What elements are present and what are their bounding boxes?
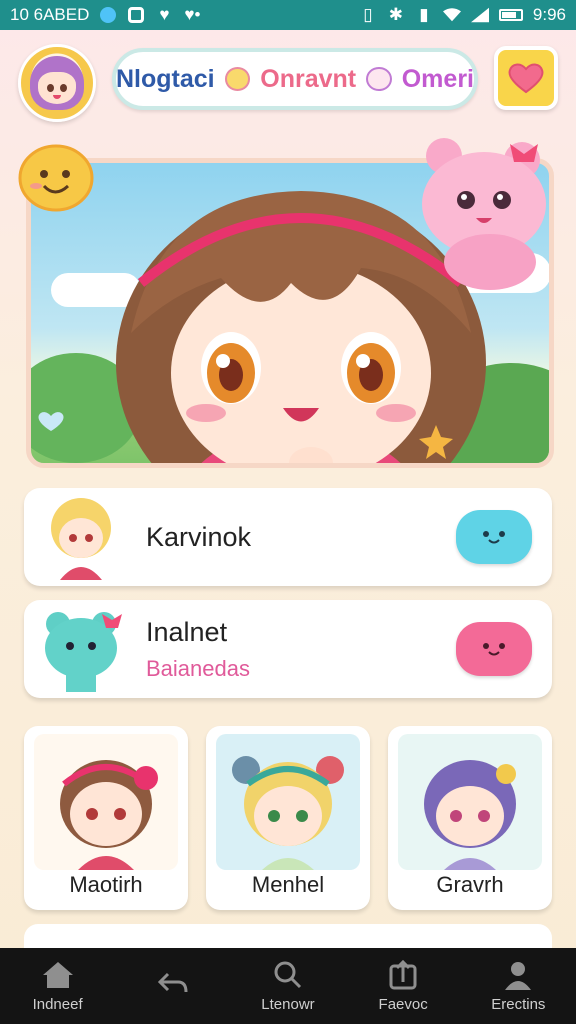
character-art xyxy=(398,734,542,870)
profile-icon xyxy=(505,961,532,990)
nav-upload[interactable]: Faevoc xyxy=(348,959,458,1013)
character-tile[interactable]: Maotirh xyxy=(24,726,188,910)
nav-home[interactable]: Indneef xyxy=(3,960,113,1013)
title-part-2: Onravnt xyxy=(260,64,357,93)
chat-bubble-icon[interactable] xyxy=(456,622,532,676)
tile-label: Menhel xyxy=(251,872,325,897)
character-tile[interactable]: Menhel xyxy=(206,726,370,910)
list-item[interactable]: Karvinok xyxy=(24,488,552,586)
app-icon xyxy=(127,6,145,24)
nav-label: Erectins xyxy=(491,995,546,1013)
list-item-title-text: Inalnet xyxy=(146,616,228,647)
heart-small-icon: ♥• xyxy=(184,5,201,24)
profile-avatar[interactable] xyxy=(18,44,96,122)
nfc-icon: ▯ xyxy=(363,5,373,24)
nav-label: Faevoc xyxy=(378,995,428,1013)
home-icon xyxy=(42,961,73,988)
upload-icon xyxy=(389,959,417,989)
bottom-navigation: Indneef Ltenowr Faevoc Erectins xyxy=(0,948,576,1024)
tile-label: Maotirh xyxy=(69,872,143,897)
avatar-face xyxy=(30,56,84,110)
tile-label: Gravrh xyxy=(436,872,504,897)
app-title-pill[interactable]: Nlogtaci Onravnt Omeri xyxy=(112,48,478,110)
status-bar: 10 6ABED ♥ ♥• ▯ ✱ ▮ 9:96 xyxy=(0,0,576,30)
nav-back[interactable] xyxy=(118,968,228,1004)
heart-icon xyxy=(508,63,544,94)
title-part-1: Nlogtaci xyxy=(116,64,215,93)
bluetooth-icon: ✱ xyxy=(388,5,404,24)
pink-bear-mascot xyxy=(404,134,564,294)
status-time-right: 9:96 xyxy=(532,5,566,24)
list-item-title: Karvinok xyxy=(146,521,252,552)
heart-icon: ♥ xyxy=(159,5,170,24)
character-tile[interactable]: Gravrh xyxy=(388,726,552,910)
signal-icon xyxy=(470,6,489,24)
list-item-title: Inalnet Baianedas xyxy=(146,617,250,682)
list-item-subtitle: Baianedas xyxy=(146,655,250,681)
character-art xyxy=(34,734,178,870)
title-part-3: Omeri xyxy=(401,64,474,93)
status-time-left: 10 6ABED xyxy=(10,5,90,24)
battery-icon xyxy=(498,9,523,21)
vibrate-icon: ▮ xyxy=(419,5,429,24)
character-thumbnail xyxy=(38,494,124,580)
face-outline-icon xyxy=(366,67,392,91)
smiley-balloon-decoration xyxy=(14,142,100,222)
nav-profile[interactable]: Erectins xyxy=(463,960,573,1013)
chat-bubble-icon[interactable] xyxy=(456,510,532,564)
notification-icon xyxy=(99,6,117,24)
character-art xyxy=(216,734,360,870)
search-icon xyxy=(274,961,302,988)
face-icon xyxy=(224,67,251,91)
favorites-button[interactable] xyxy=(494,46,558,110)
nav-label: Indneef xyxy=(32,995,83,1013)
nav-search[interactable]: Ltenowr xyxy=(233,960,343,1013)
character-thumbnail xyxy=(38,606,124,692)
back-arrow-icon xyxy=(157,972,188,993)
wifi-icon xyxy=(442,6,461,24)
list-item[interactable]: Inalnet Baianedas xyxy=(24,600,552,698)
nav-label: Ltenowr xyxy=(261,995,315,1013)
